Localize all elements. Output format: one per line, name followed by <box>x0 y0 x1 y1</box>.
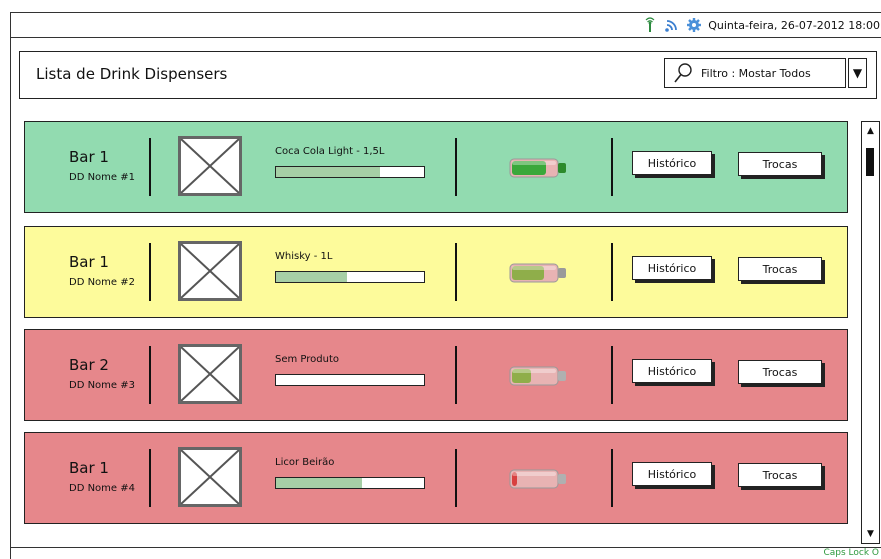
battery-icon <box>509 158 566 178</box>
window-frame-bottom <box>10 547 881 548</box>
swap-button[interactable]: Trocas <box>738 360 822 384</box>
dispenser-name: DD Nome #2 <box>69 277 135 288</box>
product-level-bar <box>275 374 425 386</box>
product-level-fill <box>276 478 362 488</box>
row-divider <box>611 346 613 404</box>
row-divider <box>149 449 151 507</box>
bar-name: Bar 1 <box>69 253 109 271</box>
product-image-placeholder <box>178 136 242 196</box>
antenna-icon <box>645 17 655 32</box>
row-divider <box>455 346 457 404</box>
wifi-icon <box>665 20 678 32</box>
filter-dropdown-button[interactable]: ▼ <box>848 58 867 88</box>
row-divider <box>455 449 457 507</box>
swap-button[interactable]: Trocas <box>738 152 822 176</box>
product-level-bar <box>275 271 425 283</box>
swap-button[interactable]: Trocas <box>738 463 822 487</box>
dispenser-name: DD Nome #4 <box>69 483 135 494</box>
product-level-fill <box>276 167 380 177</box>
product-image-placeholder <box>178 344 242 404</box>
scroll-down-button[interactable]: ▼ <box>862 525 879 543</box>
dispenser-row: Bar 1 DD Nome #1 Coca Cola Light - 1,5L … <box>24 121 848 213</box>
row-divider <box>611 449 613 507</box>
battery-icon <box>509 263 566 283</box>
caps-lock-indicator: Caps Lock O <box>823 548 879 558</box>
window-frame-left <box>10 12 11 559</box>
history-button[interactable]: Histórico <box>632 256 712 280</box>
page-title: Lista de Drink Dispensers <box>36 65 228 83</box>
scroll-thumb[interactable] <box>866 148 874 176</box>
product-level-bar <box>275 477 425 489</box>
row-divider <box>611 138 613 196</box>
product-name: Coca Cola Light - 1,5L <box>275 146 385 157</box>
dispenser-row: Bar 2 DD Nome #3 Sem Produto Histórico T… <box>24 329 848 421</box>
swap-button[interactable]: Trocas <box>738 257 822 281</box>
product-name: Whisky - 1L <box>275 251 333 262</box>
product-name: Licor Beirão <box>275 457 335 468</box>
row-divider <box>149 346 151 404</box>
battery-icon <box>509 469 566 489</box>
product-level-bar <box>275 166 425 178</box>
gear-icon[interactable] <box>686 17 702 33</box>
bar-name: Bar 2 <box>69 356 109 374</box>
row-divider <box>611 243 613 301</box>
search-icon <box>674 63 692 83</box>
filter-select[interactable]: Filtro : Mostar Todos <box>664 58 846 88</box>
history-button[interactable]: Histórico <box>632 462 712 486</box>
dispenser-row: Bar 1 DD Nome #4 Licor Beirão Histórico … <box>24 432 848 524</box>
status-datetime: Quinta-feira, 26-07-2012 18:00 <box>708 18 880 32</box>
row-divider <box>455 138 457 196</box>
history-button[interactable]: Histórico <box>632 151 712 175</box>
dispenser-name: DD Nome #3 <box>69 380 135 391</box>
scroll-up-button[interactable]: ▲ <box>862 122 879 140</box>
product-name: Sem Produto <box>275 354 340 365</box>
row-divider <box>149 243 151 301</box>
dispenser-row: Bar 1 DD Nome #2 Whisky - 1L Histórico T… <box>24 226 848 318</box>
product-image-placeholder <box>178 447 242 507</box>
bar-name: Bar 1 <box>69 148 109 166</box>
history-button[interactable]: Histórico <box>632 359 712 383</box>
bar-name: Bar 1 <box>69 459 109 477</box>
product-level-fill <box>276 272 348 282</box>
status-bar-divider <box>10 37 881 38</box>
row-divider <box>149 138 151 196</box>
window-frame-top <box>10 12 881 13</box>
row-divider <box>455 243 457 301</box>
product-image-placeholder <box>178 241 242 301</box>
dispenser-name: DD Nome #1 <box>69 172 135 183</box>
list-scrollbar[interactable]: ▲ ▼ <box>861 121 880 544</box>
status-bar: Quinta-feira, 26-07-2012 18:00 <box>642 14 881 36</box>
filter-label: Filtro : Mostar Todos <box>701 66 811 80</box>
battery-icon <box>509 366 566 386</box>
